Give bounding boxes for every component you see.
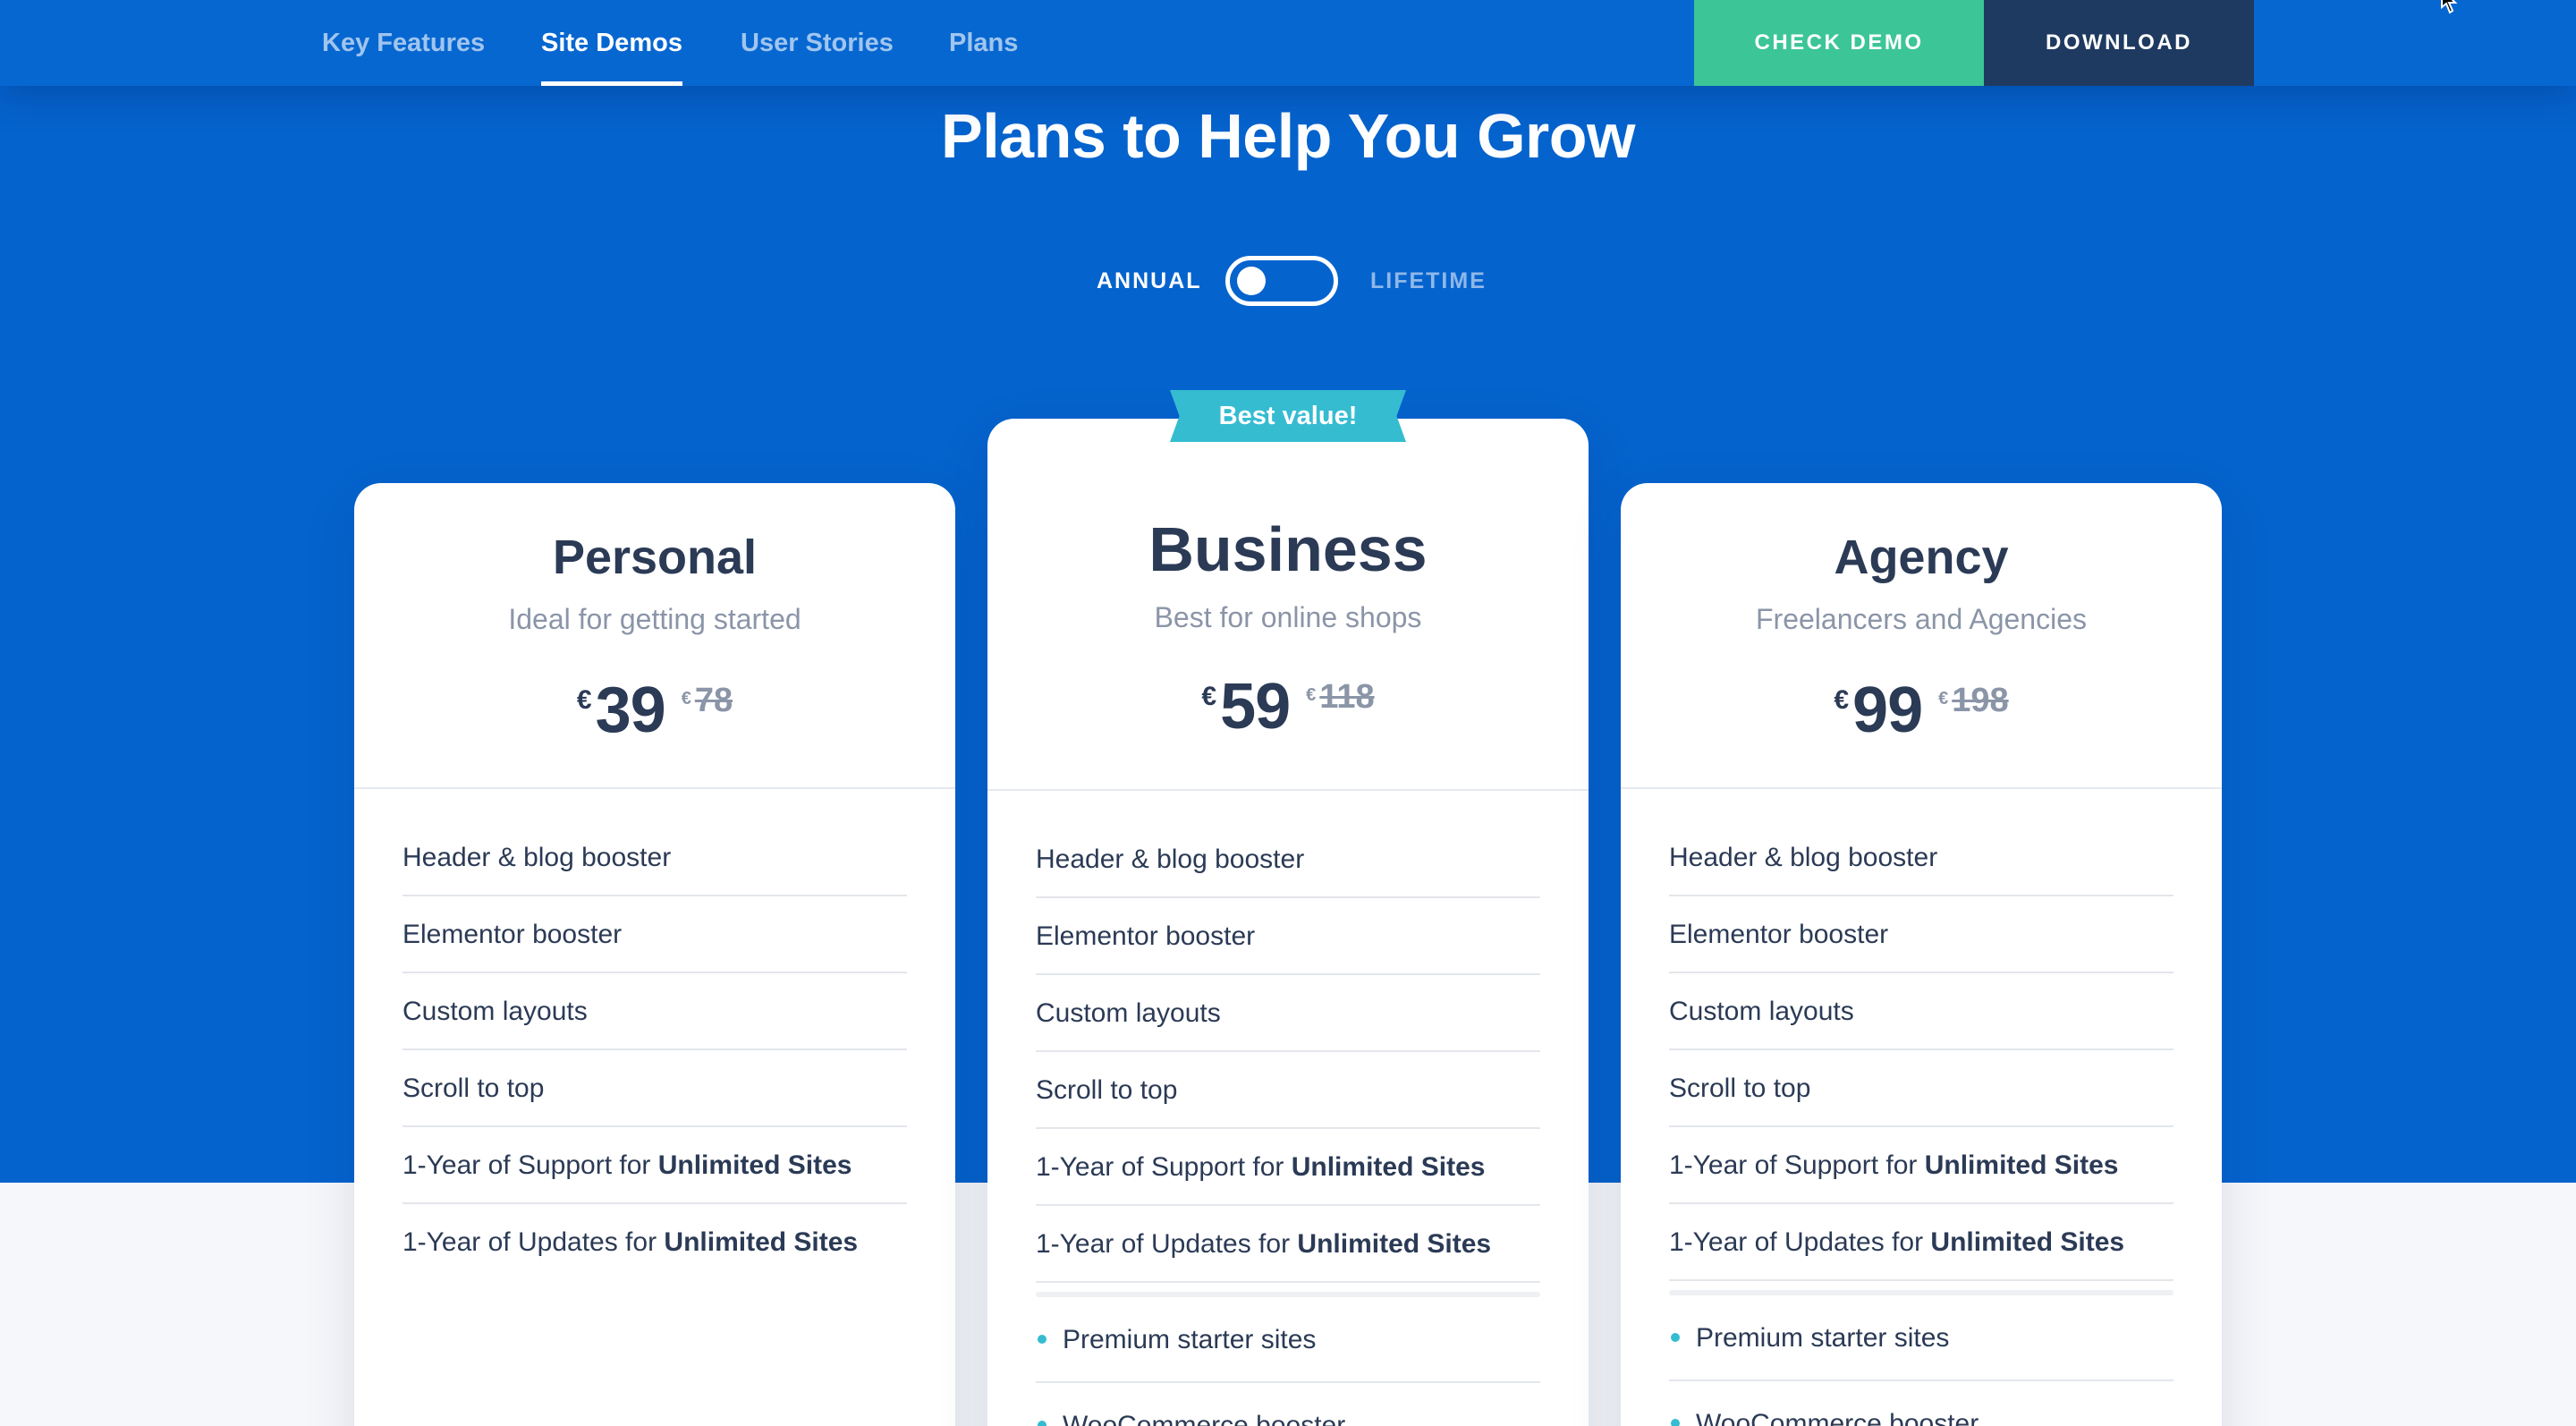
feature-item: Elementor booster <box>1036 898 1540 975</box>
feature-item: Custom layouts <box>1036 975 1540 1052</box>
plan-name: Personal <box>552 531 758 584</box>
feature-item: 1-Year of Updates for Unlimited Sites <box>1036 1206 1540 1283</box>
plan-card-business: Business Best for online shops €59 €118 H… <box>987 419 1589 1426</box>
feature-item: Header & blog booster <box>1669 819 2174 896</box>
extra-feature-item: Premium starter sites <box>1036 1297 1540 1383</box>
download-button[interactable]: DOWNLOAD <box>1984 0 2254 86</box>
old-price: 78 <box>694 682 733 719</box>
bullet-dot-icon <box>1671 1419 1680 1426</box>
feature-item: 1-Year of Updates for Unlimited Sites <box>402 1227 859 1257</box>
plan-card-personal: Personal Ideal for getting started €39 €7… <box>354 483 955 1426</box>
feature-list: Header & blog booster Elementor booster … <box>402 819 907 1281</box>
toggle-label-annual[interactable]: ANNUAL <box>1097 268 1202 294</box>
price-currency: € <box>576 685 592 715</box>
plan-card-agency: Agency Freelancers and Agencies €99 €198 … <box>1621 483 2222 1426</box>
plan-subtitle: Best for online shops <box>1154 601 1422 633</box>
old-price: 198 <box>1952 682 2009 719</box>
plan-price: €39 €78 <box>354 678 955 743</box>
price-currency: € <box>1834 685 1850 715</box>
toggle-label-lifetime[interactable]: LIFETIME <box>1370 268 1487 294</box>
old-price-currency: € <box>1938 689 1949 709</box>
nav-key-features[interactable]: Key Features <box>322 0 485 86</box>
feature-item: 1-Year of Support for Unlimited Sites <box>402 1127 907 1204</box>
feature-item: Elementor booster <box>1669 896 2174 973</box>
best-value-badge: Best value! <box>1170 390 1406 442</box>
plan-name: Agency <box>1834 531 2009 584</box>
feature-list: Header & blog booster Elementor booster … <box>1669 819 2174 1426</box>
price-amount: 99 <box>1852 675 1923 746</box>
feature-item: Custom layouts <box>402 973 907 1050</box>
price-amount: 39 <box>595 675 666 746</box>
feature-item: 1-Year of Support for Unlimited Sites <box>1669 1127 2174 1204</box>
extra-feature-item: WooCommerce booster <box>1669 1381 2174 1426</box>
plan-price: €99 €198 <box>1621 678 2222 743</box>
feature-item: Header & blog booster <box>402 819 907 896</box>
feature-item: 1-Year of Support for Unlimited Sites <box>1036 1129 1540 1206</box>
page: Key Features Site Demos User Stories Pla… <box>0 0 2576 1426</box>
price-amount: 59 <box>1220 671 1291 743</box>
old-price: 118 <box>1319 678 1375 716</box>
old-price-currency: € <box>1306 685 1317 705</box>
mouse-pointer-icon <box>2440 0 2467 14</box>
top-navigation: Key Features Site Demos User Stories Pla… <box>0 0 2576 86</box>
plan-price: €59 €118 <box>987 675 1589 739</box>
card-divider <box>354 787 955 789</box>
bullet-dot-icon <box>1038 1335 1046 1344</box>
feature-item: Scroll to top <box>1036 1052 1540 1129</box>
plan-subtitle: Freelancers and Agencies <box>1756 603 2087 635</box>
bullet-dot-icon <box>1671 1333 1680 1342</box>
card-divider <box>987 789 1589 791</box>
plan-subtitle: Ideal for getting started <box>508 603 801 635</box>
card-divider <box>1621 787 2222 789</box>
feature-item: Scroll to top <box>1669 1050 2174 1127</box>
extra-feature-item: WooCommerce booster <box>1036 1383 1540 1426</box>
nav-site-demos[interactable]: Site Demos <box>541 0 682 86</box>
old-price-currency: € <box>681 689 691 709</box>
nav-user-stories[interactable]: User Stories <box>741 0 894 86</box>
feature-item: Header & blog booster <box>1036 821 1540 898</box>
price-currency: € <box>1201 682 1217 711</box>
plan-name: Business <box>1148 514 1428 584</box>
check-demo-button[interactable]: CHECK DEMO <box>1694 0 1984 86</box>
section-title: Plans to Help You Grow <box>941 101 1635 171</box>
billing-toggle-switch[interactable] <box>1225 256 1338 306</box>
feature-item: Scroll to top <box>402 1050 907 1127</box>
extra-feature-item: Premium starter sites <box>1669 1295 2174 1381</box>
feature-list: Header & blog booster Elementor booster … <box>1036 821 1540 1426</box>
feature-item: 1-Year of Updates for Unlimited Sites <box>1669 1204 2174 1281</box>
feature-item: Elementor booster <box>402 896 907 973</box>
feature-item: Custom layouts <box>1669 973 2174 1050</box>
bullet-dot-icon <box>1038 1421 1046 1426</box>
toggle-knob <box>1237 267 1266 295</box>
nav-plans[interactable]: Plans <box>949 0 1018 86</box>
